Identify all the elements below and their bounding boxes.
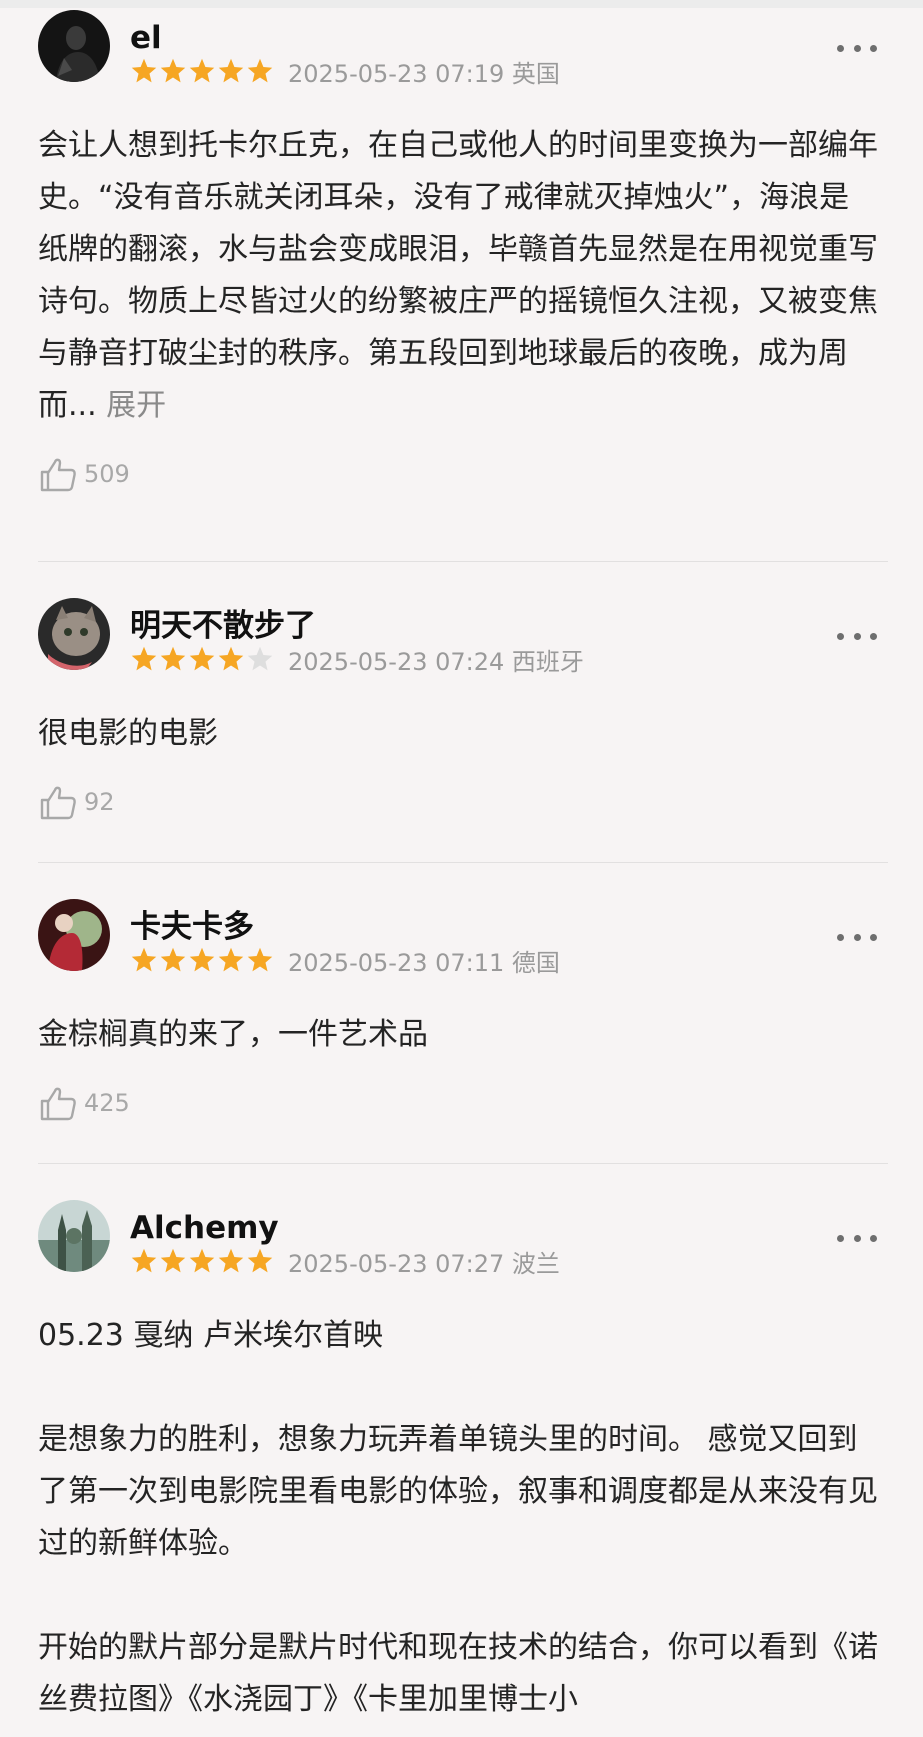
like-count: 425 xyxy=(84,1089,130,1117)
star-filled-icon xyxy=(218,58,244,83)
review-header: el 2025-05-23 07:19 英国 xyxy=(38,0,885,88)
meta-row: 2025-05-23 07:27 波兰 xyxy=(130,1246,560,1278)
star-filled-icon xyxy=(189,1248,215,1273)
user-name[interactable]: 卡夫卡多 xyxy=(130,909,254,945)
like-button[interactable]: 509 xyxy=(38,452,158,496)
thumbs-up-icon xyxy=(38,454,78,494)
star-filled-icon xyxy=(131,1248,157,1273)
review-text: 会让人想到托卡尔丘克，在自己或他人的时间里变换为一部编年史。“没有音乐就关闭耳朵… xyxy=(38,120,878,432)
star-filled-icon xyxy=(189,646,215,671)
avatar[interactable] xyxy=(38,899,110,971)
star-filled-icon xyxy=(247,947,273,972)
avatar[interactable] xyxy=(38,598,110,670)
star-empty-icon xyxy=(247,646,273,671)
timestamp-location: 2025-05-23 07:24 西班牙 xyxy=(288,647,584,676)
user-name[interactable]: el xyxy=(130,20,162,56)
timestamp-location: 2025-05-23 07:27 波兰 xyxy=(288,1249,560,1278)
star-filled-icon xyxy=(131,646,157,671)
like-count: 509 xyxy=(84,460,130,488)
review-header: Alchemy 2025-05-23 07:27 波兰 xyxy=(38,1190,885,1278)
timestamp-location: 2025-05-23 07:19 英国 xyxy=(288,59,560,88)
star-filled-icon xyxy=(189,947,215,972)
star-filled-icon xyxy=(131,947,157,972)
star-filled-icon xyxy=(247,58,273,83)
review-paragraph: 很电影的电影 xyxy=(38,716,218,751)
review-paragraph: 金棕榈真的来了，一件艺术品 xyxy=(38,1017,428,1052)
divider xyxy=(38,1163,888,1164)
more-options-button[interactable] xyxy=(837,624,877,648)
timestamp-location: 2025-05-23 07:11 德国 xyxy=(288,948,560,977)
review-text: 金棕榈真的来了，一件艺术品 xyxy=(38,1009,878,1061)
review-text: 05.23 戛纳 卢米埃尔首映 是想象力的胜利，想象力玩弄着单镜头里的时间。 感… xyxy=(38,1310,878,1726)
avatar[interactable] xyxy=(38,10,110,82)
avatar[interactable] xyxy=(38,1200,110,1272)
user-name[interactable]: Alchemy xyxy=(130,1210,279,1246)
star-rating xyxy=(130,57,274,85)
review-header: 明天不散步了 2025-05-23 07:24 西班牙 xyxy=(38,588,885,676)
expand-link[interactable]: 展开 xyxy=(106,388,166,423)
star-filled-icon xyxy=(189,58,215,83)
review-paragraph: 会让人想到托卡尔丘克，在自己或他人的时间里变换为一部编年史。“没有音乐就关闭耳朵… xyxy=(38,128,878,423)
review-header: 卡夫卡多 2025-05-23 07:11 德国 xyxy=(38,889,885,977)
star-rating xyxy=(130,946,274,974)
more-options-button[interactable] xyxy=(837,1226,877,1250)
star-filled-icon xyxy=(218,646,244,671)
star-filled-icon xyxy=(218,1248,244,1273)
divider xyxy=(38,561,888,562)
review-item: el 2025-05-23 07:19 英国 会让人想到托卡尔丘克，在自己或他人… xyxy=(0,0,923,496)
star-filled-icon xyxy=(131,58,157,83)
like-count: 92 xyxy=(84,788,115,816)
review-item: 卡夫卡多 2025-05-23 07:11 德国 金棕榈真的来了，一件艺术品 4… xyxy=(0,889,923,1125)
star-filled-icon xyxy=(160,58,186,83)
star-filled-icon xyxy=(247,1248,273,1273)
review-item: Alchemy 2025-05-23 07:27 波兰 05.23 戛纳 卢米埃… xyxy=(0,1190,923,1726)
review-text: 很电影的电影 xyxy=(38,708,878,760)
meta-row: 2025-05-23 07:11 德国 xyxy=(130,945,560,977)
like-button[interactable]: 92 xyxy=(38,780,158,824)
meta-row: 2025-05-23 07:24 西班牙 xyxy=(130,644,584,676)
thumbs-up-icon xyxy=(38,1083,78,1123)
divider xyxy=(38,862,888,863)
star-filled-icon xyxy=(160,646,186,671)
review-paragraph: 是想象力的胜利，想象力玩弄着单镜头里的时间。 感觉又回到了第一次到电影院里看电影… xyxy=(38,1422,878,1561)
meta-row: 2025-05-23 07:19 英国 xyxy=(130,56,560,88)
review-item: 明天不散步了 2025-05-23 07:24 西班牙 很电影的电影 92 xyxy=(0,588,923,824)
star-filled-icon xyxy=(218,947,244,972)
more-options-button[interactable] xyxy=(837,925,877,949)
thumbs-up-icon xyxy=(38,782,78,822)
user-name[interactable]: 明天不散步了 xyxy=(130,608,316,644)
star-rating xyxy=(130,645,274,673)
like-button[interactable]: 425 xyxy=(38,1081,158,1125)
review-paragraph: 开始的默片部分是默片时代和现在技术的结合，你可以看到《诺丝费拉图》《水浇园丁》《… xyxy=(38,1630,878,1717)
star-filled-icon xyxy=(160,1248,186,1273)
star-filled-icon xyxy=(160,947,186,972)
review-paragraph: 05.23 戛纳 卢米埃尔首映 xyxy=(38,1318,383,1353)
star-rating xyxy=(130,1247,274,1275)
more-options-button[interactable] xyxy=(837,36,877,60)
